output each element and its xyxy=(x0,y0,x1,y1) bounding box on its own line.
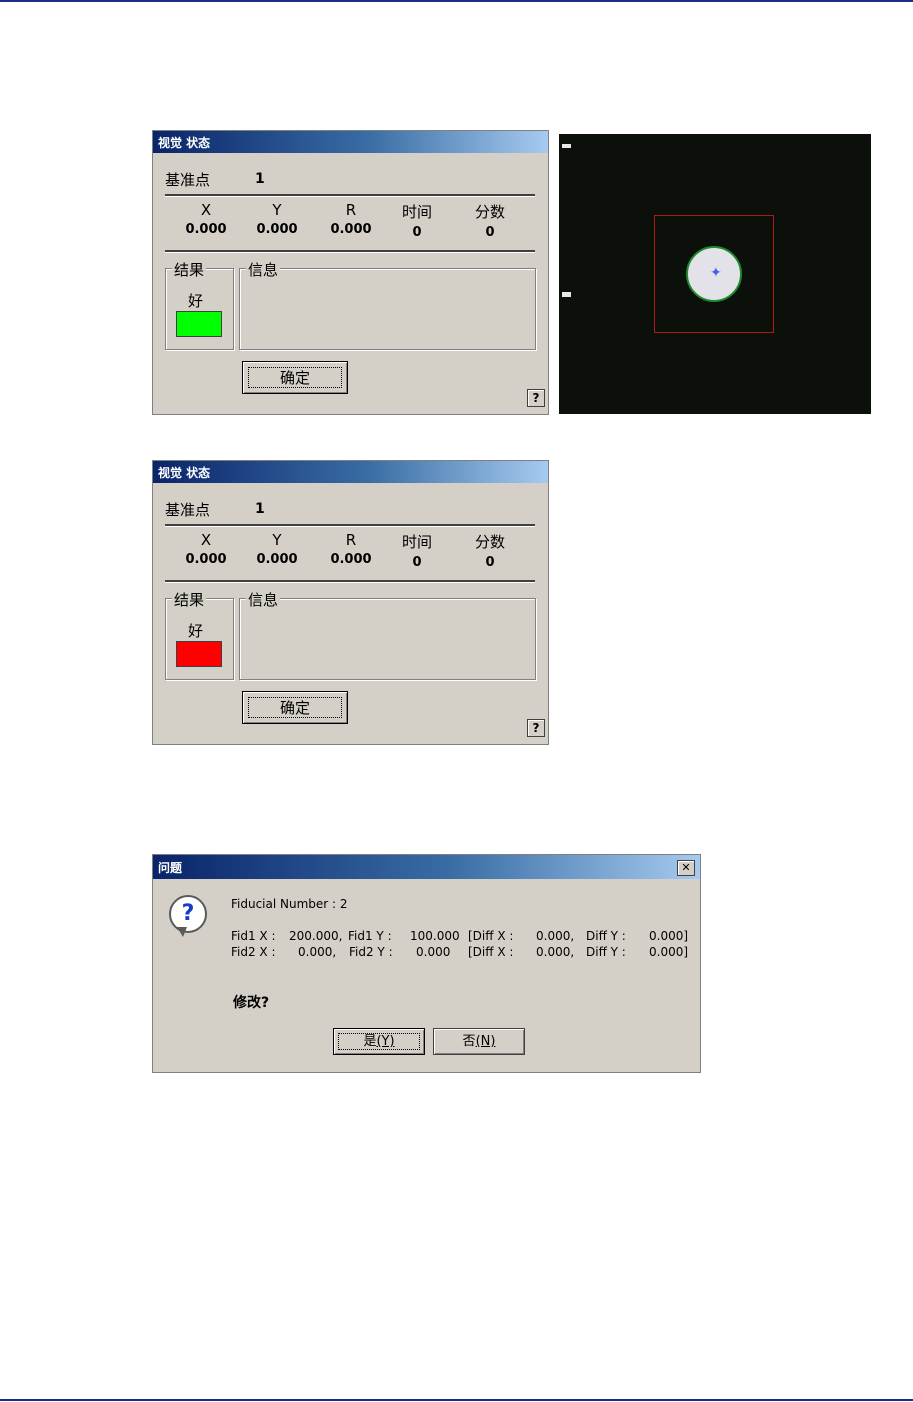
modify-prompt: 修改? xyxy=(233,995,270,1011)
column-x: X 0.000 xyxy=(176,201,236,237)
help-button[interactable]: ? xyxy=(527,389,545,407)
column-score: 分数 0 xyxy=(460,531,520,570)
no-button-label: 否 xyxy=(462,1034,476,1049)
fid2-diffx-label: [Diff X : xyxy=(468,945,514,959)
fid2-diffx-value: 0.000, xyxy=(536,945,575,959)
column-x: X 0.000 xyxy=(176,531,236,567)
no-button-accelerator: (N) xyxy=(475,1034,496,1049)
fid1-diffy-label: Diff Y : xyxy=(586,929,626,943)
image-artifact xyxy=(562,292,571,297)
fiducial-label: 基准点 xyxy=(165,501,211,519)
fid2-y-value: 0.000 xyxy=(416,945,451,959)
ok-button-label: 确定 xyxy=(248,697,342,718)
column-value: 0.000 xyxy=(256,552,298,567)
column-header: 分数 xyxy=(474,203,505,221)
column-time: 时间 0 xyxy=(387,531,447,570)
close-icon[interactable]: ✕ xyxy=(677,860,695,876)
focus-rectangle xyxy=(338,1033,420,1050)
column-value: 0 xyxy=(485,555,495,570)
separator xyxy=(165,250,535,253)
column-value: 0 xyxy=(412,555,422,570)
result-label: 结果 xyxy=(172,589,207,610)
column-value: 0.000 xyxy=(256,222,298,237)
fid2-diffy-value: 0.000] xyxy=(649,945,689,959)
yes-button[interactable]: 是(Y) xyxy=(333,1028,425,1055)
column-header: X xyxy=(200,201,212,219)
column-value: 0.000 xyxy=(185,222,227,237)
column-y: Y 0.000 xyxy=(247,201,307,237)
column-header: 分数 xyxy=(474,533,505,551)
column-r: R 0.000 xyxy=(321,531,381,567)
fid1-x-value: 200.000, xyxy=(289,929,343,943)
result-indicator xyxy=(176,641,222,667)
result-label: 结果 xyxy=(172,259,207,280)
dialog-title: 问题 xyxy=(158,861,183,875)
ok-button[interactable]: 确定 xyxy=(242,691,348,724)
fid2-y-label: Fid2 Y : xyxy=(349,945,393,959)
question-icon: ? xyxy=(169,895,207,933)
info-group: 信息 xyxy=(239,259,536,350)
info-label: 信息 xyxy=(246,259,281,280)
column-score: 分数 0 xyxy=(460,201,520,240)
column-value: 0 xyxy=(412,225,422,240)
separator xyxy=(165,194,535,197)
help-button[interactable]: ? xyxy=(527,719,545,737)
dialog-titlebar[interactable]: 问题 ✕ xyxy=(153,855,700,879)
page-bottom-rule xyxy=(0,1399,913,1401)
column-header: 时间 xyxy=(401,203,432,221)
info-group: 信息 xyxy=(239,589,536,680)
column-header: Y xyxy=(272,201,282,219)
fid2-x-value: 0.000, xyxy=(298,945,337,959)
fiducial-value: 1 xyxy=(255,501,265,517)
separator xyxy=(165,524,535,527)
info-label: 信息 xyxy=(246,589,281,610)
no-button[interactable]: 否(N) xyxy=(433,1028,525,1055)
fiducial-label: 基准点 xyxy=(165,171,211,189)
column-header: R xyxy=(345,201,357,219)
column-y: Y 0.000 xyxy=(247,531,307,567)
fid1-diffy-value: 0.000] xyxy=(649,929,689,943)
fiducial-number-text: Fiducial Number : 2 xyxy=(231,897,348,911)
fid1-diffx-label: [Diff X : xyxy=(468,929,514,943)
result-group: 结果 好 xyxy=(165,589,234,680)
crosshair-icon: ✦ xyxy=(710,265,722,281)
vision-status-dialog-bad: 视觉 状态 基准点 1 X 0.000 Y 0.000 R 0.000 时间 0… xyxy=(152,460,549,745)
column-header: Y xyxy=(272,531,282,549)
column-r: R 0.000 xyxy=(321,201,381,237)
result-indicator xyxy=(176,311,222,337)
result-value: 好 xyxy=(188,292,204,310)
column-header: 时间 xyxy=(401,533,432,551)
fid2-diffy-label: Diff Y : xyxy=(586,945,626,959)
fid1-y-label: Fid1 Y : xyxy=(348,929,392,943)
fid2-x-label: Fid2 X : xyxy=(231,945,276,959)
fid1-x-label: Fid1 X : xyxy=(231,929,276,943)
result-value: 好 xyxy=(188,622,204,640)
ok-button[interactable]: 确定 xyxy=(242,361,348,394)
column-value: 0.000 xyxy=(330,222,372,237)
question-icon-tail xyxy=(177,927,187,937)
dialog-titlebar[interactable]: 视觉 状态 xyxy=(153,131,548,153)
fid1-y-value: 100.000 xyxy=(410,929,460,943)
separator xyxy=(165,580,535,583)
dialog-title: 视觉 状态 xyxy=(158,466,211,480)
column-header: X xyxy=(200,531,212,549)
column-header: R xyxy=(345,531,357,549)
fid1-diffx-value: 0.000, xyxy=(536,929,575,943)
image-artifact xyxy=(562,144,571,148)
dialog-titlebar[interactable]: 视觉 状态 xyxy=(153,461,548,483)
ok-button-label: 确定 xyxy=(248,367,342,388)
column-value: 0.000 xyxy=(185,552,227,567)
column-time: 时间 0 xyxy=(387,201,447,240)
vision-status-dialog-good: 视觉 状态 基准点 1 X 0.000 Y 0.000 R 0.000 时间 0… xyxy=(152,130,549,415)
page-top-rule xyxy=(0,0,913,2)
dialog-title: 视觉 状态 xyxy=(158,136,211,150)
question-dialog: 问题 ✕ ? Fiducial Number : 2 Fid1 X : 200.… xyxy=(152,854,701,1073)
column-value: 0 xyxy=(485,225,495,240)
column-value: 0.000 xyxy=(330,552,372,567)
result-group: 结果 好 xyxy=(165,259,234,350)
fiducial-value: 1 xyxy=(255,171,265,187)
camera-view: ✦ xyxy=(559,134,871,414)
